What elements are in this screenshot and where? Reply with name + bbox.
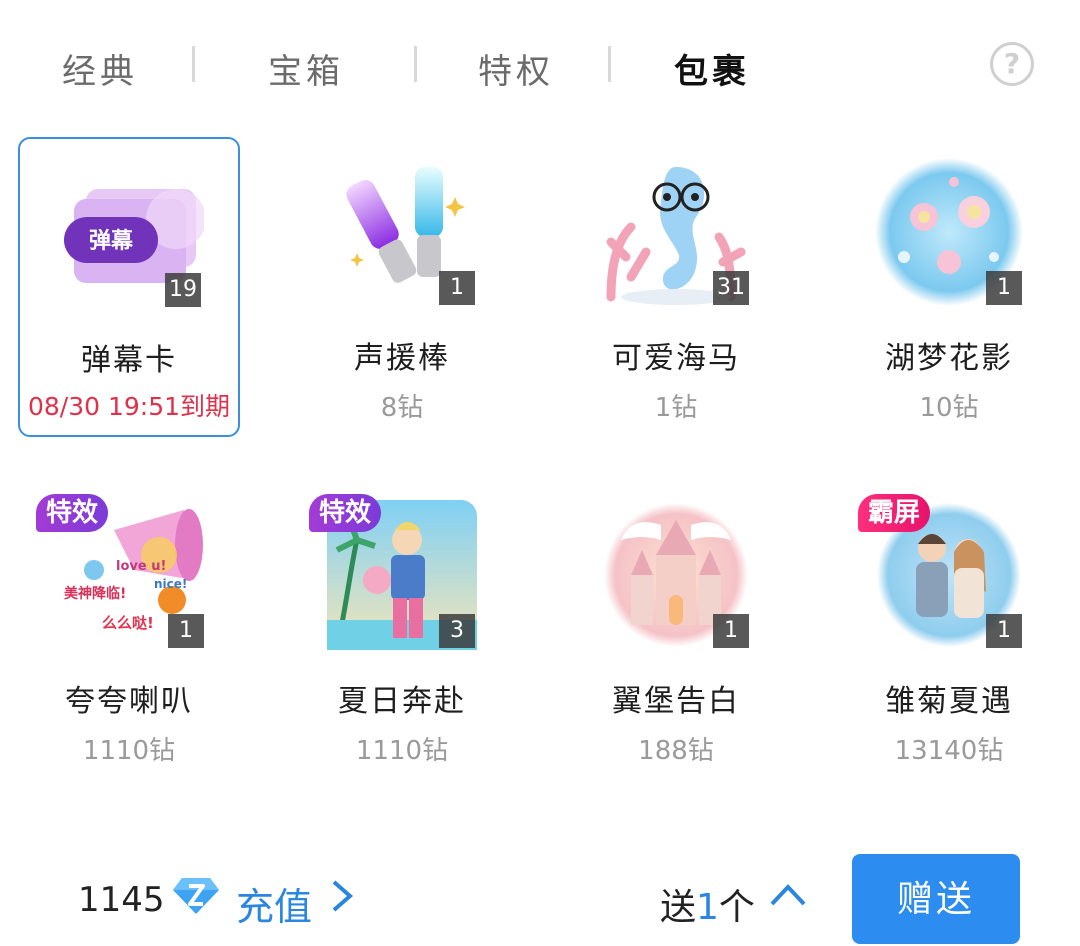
item-name: 湖梦花影 bbox=[885, 341, 1013, 376]
gift-item-glow-stick[interactable]: 1 声援棒 8钻 bbox=[291, 137, 513, 437]
gift-item-daisy-summer[interactable]: 霸屏 1 雏菊夏遇 13140钻 bbox=[838, 480, 1060, 780]
chevron-up-icon[interactable] bbox=[768, 882, 808, 908]
sticker-text: nice! bbox=[154, 577, 187, 591]
item-name: 声援棒 bbox=[354, 341, 450, 376]
item-count: 1 bbox=[986, 614, 1022, 648]
item-price: 188钻 bbox=[638, 736, 714, 766]
item-name: 夏日奔赴 bbox=[338, 684, 466, 719]
item-price: 8钻 bbox=[380, 393, 424, 423]
sticker-text: love u! bbox=[116, 559, 166, 574]
full-screen-tag: 霸屏 bbox=[858, 494, 931, 532]
tab-package[interactable]: 包裹 bbox=[674, 44, 750, 93]
item-name: 夸夸喇叭 bbox=[65, 684, 193, 719]
gift-item-danmu-card[interactable]: 弹幕 19 弹幕卡 08/30 19:51到期 bbox=[18, 137, 240, 437]
chevron-right-icon[interactable] bbox=[328, 878, 356, 914]
item-price: 1钻 bbox=[654, 393, 698, 423]
recharge-link[interactable]: 充值 bbox=[236, 876, 312, 931]
send-suffix: 个 bbox=[718, 887, 755, 928]
gift-item-lake-dream-flower[interactable]: 1 湖梦花影 10钻 bbox=[838, 137, 1060, 437]
bottom-bar: 1145 充值 送1个 赠送 bbox=[0, 840, 1080, 944]
effect-tag: 特效 bbox=[36, 494, 109, 532]
tab-treasure-box[interactable]: 宝箱 bbox=[268, 44, 344, 93]
item-name: 弹幕卡 bbox=[81, 343, 177, 378]
item-count: 1 bbox=[986, 271, 1022, 305]
diamond-balance: 1145 bbox=[78, 880, 165, 920]
tab-classic[interactable]: 经典 bbox=[62, 44, 138, 93]
tab-divider bbox=[608, 46, 611, 82]
gift-item-summer-rush[interactable]: 特效 3 夏日奔赴 1110钻 bbox=[291, 480, 513, 780]
send-count-selector[interactable]: 送1个 bbox=[660, 878, 755, 930]
item-price: 10钻 bbox=[919, 393, 979, 423]
effect-tag: 特效 bbox=[309, 494, 382, 532]
item-count: 31 bbox=[713, 271, 749, 305]
item-price: 1110钻 bbox=[82, 736, 176, 766]
item-price: 1110钻 bbox=[355, 736, 449, 766]
tab-privilege[interactable]: 特权 bbox=[478, 44, 554, 93]
item-count: 1 bbox=[713, 614, 749, 648]
tab-divider bbox=[192, 46, 195, 82]
tab-divider bbox=[414, 46, 417, 82]
send-count-value: 1 bbox=[696, 887, 719, 928]
item-name: 翼堡告白 bbox=[612, 684, 740, 719]
send-prefix: 送 bbox=[660, 887, 697, 928]
item-count: 3 bbox=[439, 614, 475, 648]
item-price: 13140钻 bbox=[894, 736, 1004, 766]
diamond-icon bbox=[173, 878, 219, 914]
gift-item-wing-castle[interactable]: 1 翼堡告白 188钻 bbox=[565, 480, 787, 780]
tab-bar: 经典 宝箱 特权 包裹 ? bbox=[0, 0, 1080, 130]
sticker-text: 么么哒! bbox=[102, 614, 154, 632]
item-count: 1 bbox=[168, 614, 204, 648]
item-expire-time: 08/30 19:51到期 bbox=[27, 392, 231, 421]
help-icon[interactable]: ? bbox=[990, 42, 1034, 86]
send-gift-button[interactable]: 赠送 bbox=[852, 854, 1020, 944]
item-name: 可爱海马 bbox=[612, 341, 740, 376]
item-name: 雏菊夏遇 bbox=[885, 684, 1013, 719]
danmu-badge-text: 弹幕 bbox=[89, 229, 134, 254]
gift-item-cute-seahorse[interactable]: 31 可爱海马 1钻 bbox=[565, 137, 787, 437]
gift-item-praise-horn[interactable]: love u! nice! 美神降临! 么么哒! 特效 1 夸夸喇叭 1110钻 bbox=[18, 480, 240, 780]
sticker-text: 美神降临! bbox=[64, 585, 126, 602]
item-count: 19 bbox=[165, 273, 201, 307]
item-count: 1 bbox=[439, 271, 475, 305]
